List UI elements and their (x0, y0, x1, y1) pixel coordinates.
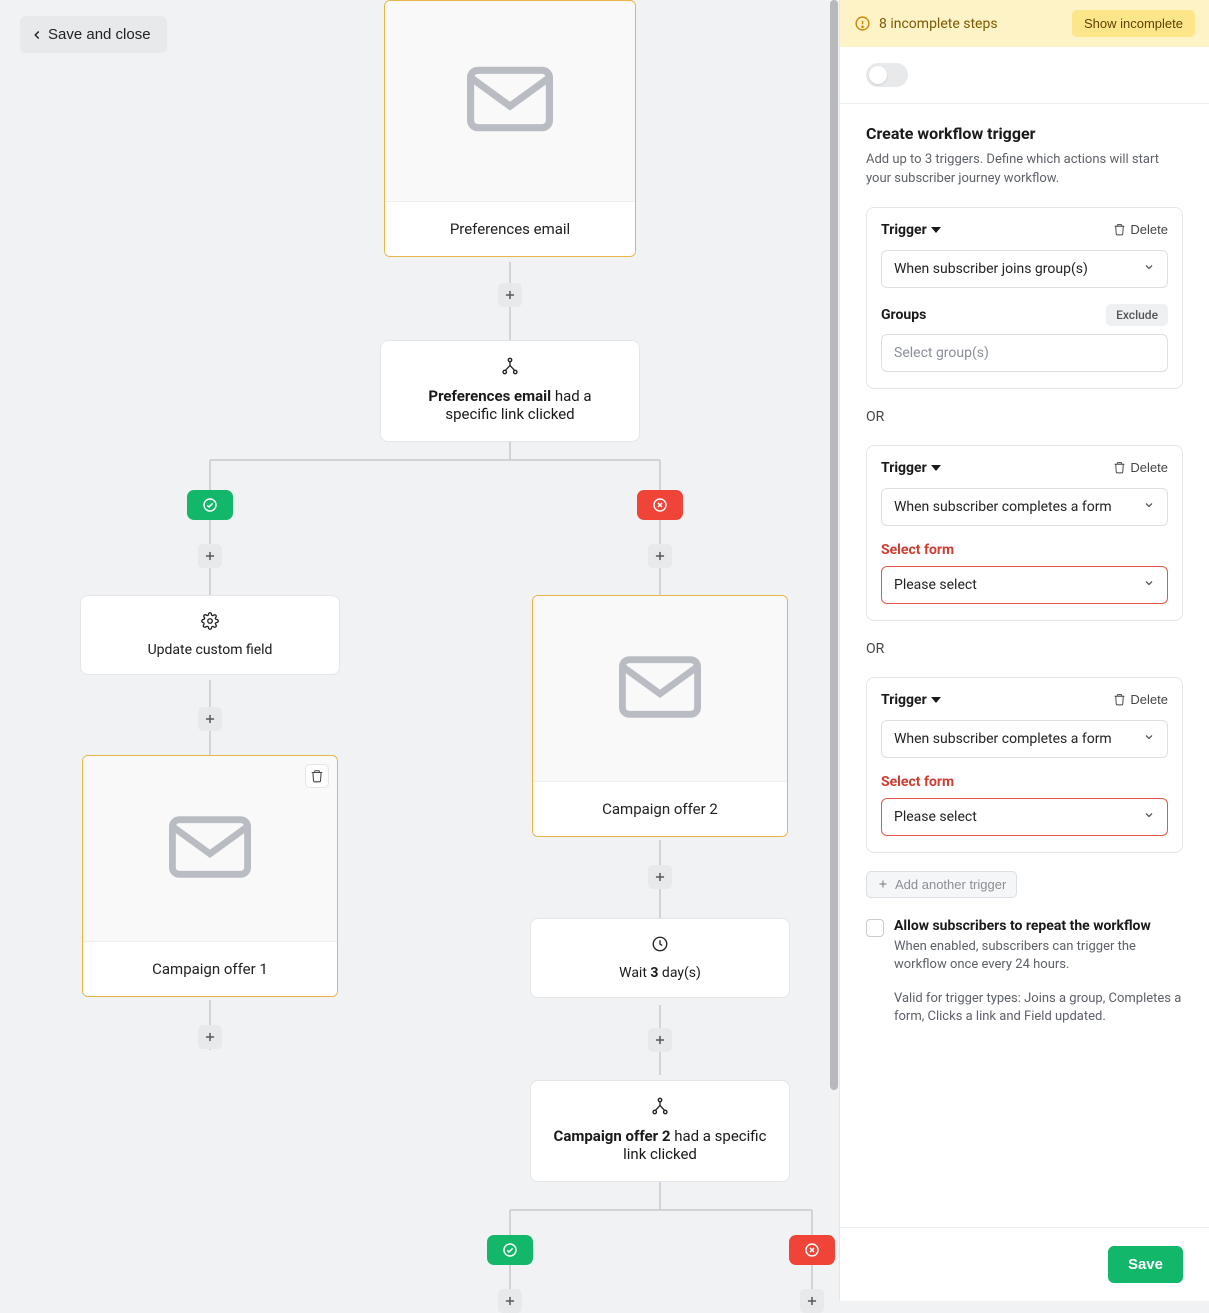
split-icon (551, 1097, 769, 1119)
show-incomplete-button[interactable]: Show incomplete (1072, 10, 1195, 37)
delay-node[interactable]: Wait 3 day(s) (530, 918, 790, 998)
chevron-down-icon (1143, 809, 1155, 825)
exclude-button[interactable]: Exclude (1106, 304, 1168, 326)
workflow-canvas: Preferences email Preferences email had … (0, 0, 870, 1301)
trash-icon (1113, 461, 1126, 474)
trigger-card-3: Trigger Delete When subscriber completes… (866, 677, 1183, 853)
caret-down-icon (931, 463, 941, 473)
delete-trigger-button[interactable]: Delete (1113, 222, 1168, 237)
email-node-title: Preferences email (385, 201, 635, 256)
chevron-down-icon (1143, 577, 1155, 593)
alert-circle-icon (854, 15, 871, 32)
trigger-label[interactable]: Trigger (881, 222, 941, 238)
delete-trigger-button[interactable]: Delete (1113, 692, 1168, 707)
trash-icon (1113, 693, 1126, 706)
add-step-button[interactable] (198, 1025, 222, 1049)
groups-field-label: Groups Exclude (881, 304, 1168, 326)
split-icon (401, 357, 619, 379)
gear-icon (91, 612, 329, 634)
trigger-side-panel: 8 incomplete steps Show incomplete Creat… (839, 0, 1209, 1301)
add-step-button[interactable] (648, 1028, 672, 1052)
caret-down-icon (931, 225, 941, 235)
condition-node-campaign2-link[interactable]: Campaign offer 2 had a specific link cli… (530, 1080, 790, 1182)
select-form-label: Select form (881, 542, 1168, 558)
groups-select[interactable]: Select group(s) (881, 334, 1168, 372)
delete-node-button[interactable] (305, 764, 329, 788)
add-step-button[interactable] (198, 707, 222, 731)
panel-title: Create workflow trigger (866, 124, 1183, 143)
repeat-subtitle: When enabled, subscribers can trigger th… (894, 938, 1183, 974)
add-step-button[interactable] (648, 544, 672, 568)
caret-down-icon (931, 695, 941, 705)
email-node-campaign-offer-2[interactable]: Campaign offer 2 (532, 595, 788, 837)
email-node-campaign-offer-1[interactable]: Campaign offer 1 (82, 755, 338, 997)
plus-icon (877, 878, 889, 890)
panel-subtitle: Add up to 3 triggers. Define which actio… (866, 151, 1183, 189)
condition-no-chip[interactable] (637, 490, 683, 520)
trigger-card-2: Trigger Delete When subscriber completes… (866, 445, 1183, 621)
repeat-title: Allow subscribers to repeat the workflow (894, 918, 1183, 934)
clock-icon (541, 935, 779, 957)
add-step-button[interactable] (648, 865, 672, 889)
action-node-update-field[interactable]: Update custom field (80, 595, 340, 675)
email-node-preferences[interactable]: Preferences email (384, 0, 636, 257)
condition-yes-chip[interactable] (487, 1235, 533, 1265)
chevron-down-icon (1143, 261, 1155, 277)
condition-yes-chip[interactable] (187, 490, 233, 520)
add-another-trigger-button[interactable]: Add another trigger (866, 871, 1017, 898)
mail-icon (169, 816, 251, 882)
form-select[interactable]: Please select (881, 798, 1168, 836)
action-node-label: Update custom field (91, 642, 329, 658)
add-step-button[interactable] (198, 544, 222, 568)
workflow-active-toggle[interactable] (866, 63, 908, 87)
panel-footer: Save (840, 1227, 1209, 1301)
mail-icon (467, 66, 553, 136)
trigger-type-select[interactable]: When subscriber completes a form (881, 488, 1168, 526)
or-separator: OR (866, 641, 1183, 657)
banner-text: 8 incomplete steps (879, 16, 998, 32)
save-button[interactable]: Save (1108, 1246, 1183, 1283)
trigger-type-select[interactable]: When subscriber completes a form (881, 720, 1168, 758)
mail-icon (619, 656, 701, 722)
trigger-label[interactable]: Trigger (881, 692, 941, 708)
trigger-type-select[interactable]: When subscriber joins group(s) (881, 250, 1168, 288)
trigger-card-1: Trigger Delete When subscriber joins gro… (866, 207, 1183, 389)
repeat-workflow-checkbox[interactable] (866, 919, 884, 937)
repeat-workflow-row: Allow subscribers to repeat the workflow… (866, 918, 1183, 974)
email-node-title: Campaign offer 2 (533, 781, 787, 836)
incomplete-banner: 8 incomplete steps Show incomplete (840, 0, 1209, 47)
trash-icon (1113, 223, 1126, 236)
select-form-label: Select form (881, 774, 1168, 790)
workflow-active-toggle-row (840, 47, 1209, 104)
condition-no-chip[interactable] (789, 1235, 835, 1265)
save-and-close-button[interactable]: Save and close (20, 16, 167, 53)
condition-node-preferences-link[interactable]: Preferences email had a specific link cl… (380, 340, 640, 442)
email-node-title: Campaign offer 1 (83, 941, 337, 996)
delete-trigger-button[interactable]: Delete (1113, 460, 1168, 475)
repeat-valid-note: Valid for trigger types: Joins a group, … (866, 990, 1183, 1026)
chevron-down-icon (1143, 499, 1155, 515)
or-separator: OR (866, 409, 1183, 425)
panel-scrollbar[interactable] (830, 0, 838, 1090)
form-select[interactable]: Please select (881, 566, 1168, 604)
add-step-button[interactable] (498, 283, 522, 307)
trigger-label[interactable]: Trigger (881, 460, 941, 476)
add-step-button[interactable] (498, 1289, 522, 1313)
chevron-left-icon (30, 28, 44, 42)
chevron-down-icon (1143, 731, 1155, 747)
add-step-button[interactable] (800, 1289, 824, 1313)
